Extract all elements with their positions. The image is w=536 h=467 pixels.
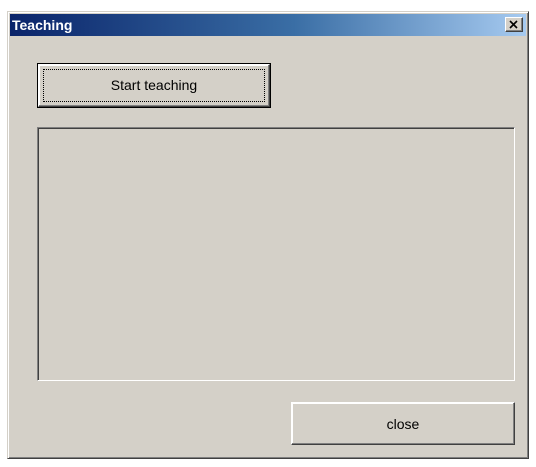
close-button[interactable]: close [291,402,515,445]
teaching-panel [37,127,515,381]
start-teaching-label: Start teaching [110,77,198,93]
title-close-button[interactable] [505,17,523,32]
start-teaching-button[interactable]: Start teaching [37,63,271,108]
close-x-icon [509,20,518,29]
window-title: Teaching [12,17,73,33]
close-button-label: close [386,416,420,432]
title-bar[interactable]: Teaching [10,14,526,36]
teaching-dialog: Teaching Start teaching close [7,11,529,459]
